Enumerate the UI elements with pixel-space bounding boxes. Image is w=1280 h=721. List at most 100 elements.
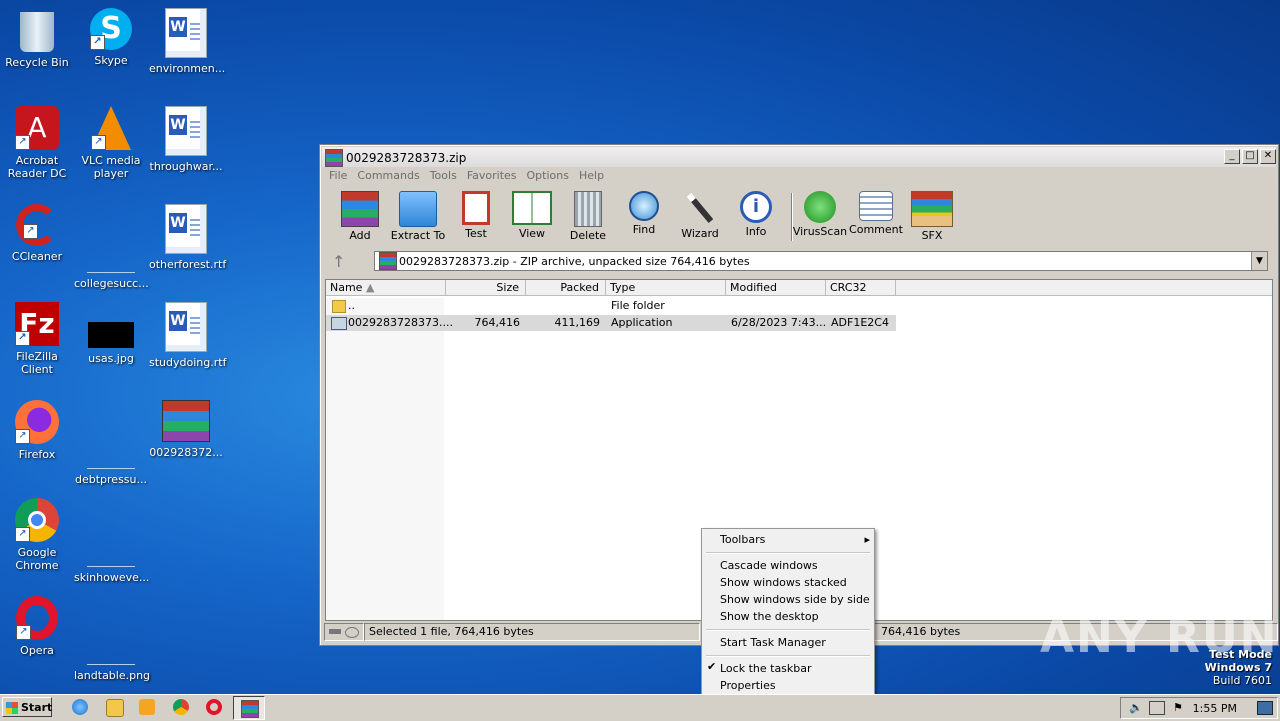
delete-button[interactable]: Delete [560,189,616,242]
sfx-button[interactable]: SFX [904,189,960,242]
desktop-icon-recycle-bin[interactable]: Recycle Bin [0,8,74,69]
blank-file-icon [87,616,135,665]
add-button[interactable]: Add [332,189,388,242]
network-icon[interactable] [1149,701,1165,715]
drive-icon [329,629,341,634]
desktop-icon-label: Google Chrome [15,546,59,572]
comment-button[interactable]: Comment [848,189,904,236]
column-header-crc32[interactable]: CRC32 [826,280,896,296]
test-label: Test [465,227,487,240]
test-button[interactable]: Test [448,189,504,240]
menu-item-properties[interactable]: Properties [720,677,776,694]
desktop-icon-acrobat[interactable]: A ↗ Acrobat Reader DC [0,106,74,180]
test-mode-watermark: Test Mode Windows 7 Build 7601 [1205,648,1272,687]
desktop-icon-vlc[interactable]: ↗ VLC media player [74,106,148,180]
internet-explorer-icon[interactable] [72,699,88,715]
desktop-icon-label: otherforest.rtf [149,258,227,271]
shortcut-arrow-icon: ↗ [16,625,31,640]
row-type: File folder [611,299,665,312]
media-player-icon[interactable] [139,699,155,715]
vlc-cone-icon: ↗ [91,106,131,150]
menu-item-toolbars[interactable]: Toolbars ▸ [720,531,870,548]
chevron-down-icon[interactable]: ▼ [1251,252,1267,270]
desktop-icon-chrome[interactable]: ↗ Google Chrome [0,498,74,572]
desktop-icon-ccleaner[interactable]: ↗ CCleaner [0,204,74,263]
delete-trash-icon [574,191,602,227]
word-document-icon [165,8,207,58]
column-name-label: Name [330,281,363,294]
menu-favorites[interactable]: Favorites [462,168,522,183]
opera-taskbar-icon[interactable] [206,699,222,715]
column-header-name[interactable]: Name ▲ [326,280,446,296]
info-button[interactable]: i Info [728,189,784,238]
desktop-icon-label: CCleaner [11,250,63,263]
desktop-icon-firefox[interactable]: ↗ Firefox [0,400,74,461]
desktop-icon-skype[interactable]: S ↗ Skype [74,8,148,67]
table-row-selected[interactable]: 0029283728373.... 764,416 411,169 Applic… [326,315,896,331]
folder-icon [332,300,346,313]
desktop-icon-opera[interactable]: ↗ Opera [0,596,74,657]
shortcut-arrow-icon: ↗ [91,135,106,150]
toolbar: Add Extract To Test View Delete Find Wiz… [326,189,966,245]
wizard-button[interactable]: Wizard [672,189,728,240]
column-header-modified[interactable]: Modified [726,280,826,296]
column-header-size[interactable]: Size [446,280,526,296]
desktop-icon-winrar-archive[interactable]: 002928372... [149,400,223,459]
column-header-packed[interactable]: Packed [526,280,606,296]
desktop-icon-usas-jpg[interactable]: usas.jpg [74,302,148,365]
view-book-icon [512,191,552,225]
desktop-icon-label: debtpressu... [75,473,147,486]
up-one-level-button[interactable]: ↑ [332,252,345,271]
minimize-button[interactable]: _ [1224,149,1240,164]
desktop-icon-environment-doc[interactable]: environmen... [149,8,225,75]
virusscan-button[interactable]: VirusScan [792,189,848,238]
menu-item-lock-taskbar[interactable]: Lock the taskbar [720,660,812,677]
maximize-button[interactable]: □ [1242,149,1258,164]
desktop-icon-otherforest[interactable]: otherforest.rtf [149,204,227,271]
submenu-arrow-icon: ▸ [864,533,870,546]
desktop-icon-label: collegesucc... [74,277,149,290]
speaker-icon[interactable]: 🔈 [1129,701,1143,714]
menu-commands[interactable]: Commands [352,168,424,183]
desktop-icon-debtpressu[interactable]: debtpressu... [74,400,148,486]
table-row[interactable]: .. File folder [326,298,896,314]
desktop-icon-label: Firefox [18,448,56,461]
desktop-icon-throughwar-doc[interactable]: throughwar... [149,106,223,173]
show-desktop-button[interactable] [1257,701,1273,715]
menu-tools[interactable]: Tools [425,168,462,183]
menu-file[interactable]: File [324,168,352,183]
desktop-icon-landtable[interactable]: landtable.png [74,596,151,682]
desktop-icon-studydoing[interactable]: studydoing.rtf [149,302,226,369]
acrobat-icon: A ↗ [15,106,59,150]
desktop-icon-filezilla[interactable]: Fz ↗ FileZilla Client [0,302,74,376]
extract-to-button[interactable]: Extract To [388,189,448,242]
close-button[interactable]: ✕ [1260,149,1276,164]
menu-item-cascade[interactable]: Cascade windows [720,557,818,574]
view-button[interactable]: View [504,189,560,240]
menu-item-stacked[interactable]: Show windows stacked [720,574,847,591]
start-button[interactable]: Start [2,697,52,717]
clock[interactable]: 1:55 PM [1193,702,1237,715]
action-center-flag-icon[interactable]: ⚑ [1173,701,1183,714]
info-label: Info [745,225,767,238]
desktop-icon-label: landtable.png [74,669,151,682]
menu-item-show-desktop[interactable]: Show the desktop [720,608,819,625]
chrome-taskbar-icon[interactable] [173,699,189,715]
menu-item-task-manager[interactable]: Start Task Manager [720,634,826,651]
menu-item-label: Toolbars [720,533,766,546]
ccleaner-icon: ↗ [16,204,58,246]
find-button[interactable]: Find [616,189,672,236]
menu-item-side-by-side[interactable]: Show windows side by side [720,591,870,608]
path-address-bar[interactable]: 0029283728373.zip - ZIP archive, unpacke… [374,251,1268,271]
row-name: .. [348,299,355,312]
shortcut-arrow-icon: ↗ [90,35,105,50]
desktop-icon-collegesucc[interactable]: collegesucc... [74,204,149,290]
title-bar[interactable]: 0029283728373.zip _ □ ✕ [322,147,1276,167]
menu-options[interactable]: Options [522,168,574,183]
explorer-folder-icon[interactable] [106,699,124,717]
winrar-taskbar-button[interactable] [233,696,265,720]
menu-help[interactable]: Help [574,168,609,183]
column-header-type[interactable]: Type [606,280,726,296]
desktop-icon-skinhoweve[interactable]: skinhoweve... [74,498,149,584]
virusscan-bug-icon [804,191,836,223]
